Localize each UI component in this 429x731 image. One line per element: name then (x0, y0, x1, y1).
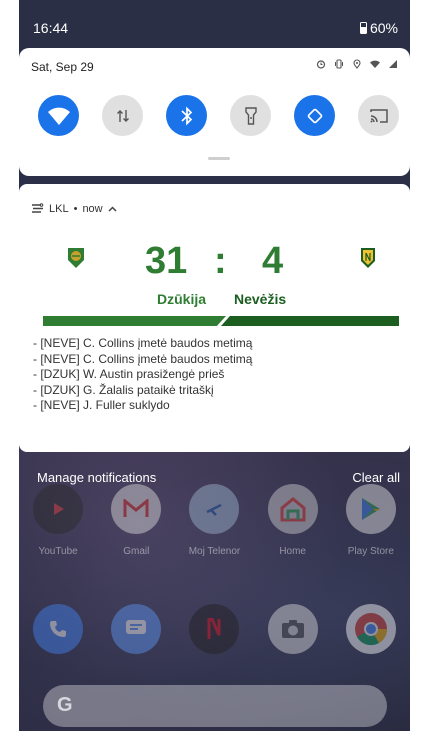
play-store-icon (345, 484, 396, 534)
alarm-icon (316, 60, 326, 69)
messages-icon (111, 604, 162, 654)
cell-signal-icon (389, 60, 397, 68)
team-home-bar (43, 316, 226, 326)
qs-tiles (38, 95, 399, 136)
tile-auto-rotate[interactable] (294, 95, 335, 136)
notification-app-name: LKL (49, 202, 69, 215)
netflix-icon (189, 604, 240, 654)
chevron-up-icon[interactable] (108, 205, 117, 212)
mobile-data-icon (116, 109, 129, 122)
tile-wifi[interactable] (38, 95, 79, 136)
wifi-signal-icon (370, 60, 380, 68)
event-item: - [DZUK] G. Žalalis pataikė tritaškį (33, 382, 214, 397)
app-label: Moj Telenor (188, 546, 241, 557)
location-icon (353, 59, 361, 69)
app-camera[interactable] (258, 604, 328, 654)
app-home[interactable]: Home (258, 484, 328, 557)
score-row: 31 : 4 (19, 240, 410, 282)
notification-dot: • (73, 202, 78, 215)
home-apps-row-1: YouTube Gmail Moj Telenor Home Play Stor… (19, 484, 410, 557)
app-netflix[interactable] (179, 604, 249, 654)
camera-icon (267, 604, 318, 654)
app-label: Play Store (347, 546, 394, 557)
flashlight-icon (244, 106, 257, 125)
app-label: Home (279, 546, 306, 557)
battery-percent: 60% (369, 20, 398, 36)
cast-icon (369, 108, 388, 123)
lkl-app-icon (32, 203, 44, 213)
app-label: Gmail (123, 546, 150, 557)
phone-screen: 16:44 60% Sat, Sep 29 LKL • now 31: 4 D… (19, 0, 410, 731)
event-item: - [NEVE] C. Collins įmetė baudos metimą (33, 336, 253, 350)
qs-status-icons (316, 59, 398, 69)
app-label: YouTube (38, 546, 78, 557)
battery-indicator: 60% (359, 20, 398, 36)
bluetooth-icon (180, 105, 192, 126)
google-search-bar[interactable]: G (43, 685, 387, 727)
status-bar: 16:44 60% (19, 0, 410, 48)
qs-date[interactable]: Sat, Sep 29 (31, 60, 94, 74)
home-dock (19, 604, 410, 654)
tile-bluetooth[interactable] (166, 95, 207, 136)
auto-rotate-icon (307, 108, 322, 123)
team-away-bar (221, 316, 399, 326)
wifi-icon (47, 107, 70, 125)
expand-handle[interactable] (208, 157, 230, 160)
app-gmail[interactable]: Gmail (101, 484, 171, 557)
app-youtube[interactable]: YouTube (23, 484, 93, 557)
clear-all-button[interactable]: Clear all (352, 470, 400, 485)
nevezis-logo-icon (361, 248, 375, 268)
lkl-notification[interactable]: LKL • now 31 : 4 Dzūkija Nevėžis - [NEVE… (19, 184, 410, 452)
status-time: 16:44 (33, 20, 69, 36)
score-home: 31 (145, 240, 188, 282)
telenor-icon (189, 484, 240, 534)
gmail-icon (111, 484, 162, 534)
manage-notifications-button[interactable]: Manage notifications (37, 470, 156, 485)
chrome-icon (345, 604, 396, 654)
event-item: - [NEVE] C. Collins įmetė baudos metimą (33, 351, 253, 366)
tile-cast[interactable] (358, 95, 399, 136)
team-home-name: Dzūkija (157, 291, 207, 307)
google-g-icon: G (57, 694, 73, 716)
tile-mobile-data[interactable] (102, 95, 143, 136)
team-away-name: Nevėžis (234, 291, 287, 307)
app-play-store[interactable]: Play Store (336, 484, 406, 557)
youtube-icon (33, 484, 84, 534)
notification-time: now (82, 202, 103, 215)
app-messages[interactable] (101, 604, 171, 654)
dzukija-logo-icon (68, 248, 84, 268)
battery-icon (359, 22, 367, 34)
event-item: - [NEVE] J. Fuller suklydo (33, 398, 170, 412)
app-chrome[interactable] (336, 604, 406, 654)
notification-header: LKL • now (31, 202, 117, 215)
app-moj-telenor[interactable]: Moj Telenor (179, 484, 249, 557)
score-away: 4 (262, 240, 284, 282)
home-app-icon (267, 484, 318, 534)
score-separator: : (214, 240, 227, 282)
play-by-play-list: - [NEVE] C. Collins įmetė baudos metimą … (33, 336, 252, 414)
tile-flashlight[interactable] (230, 95, 271, 136)
phone-icon (33, 604, 84, 654)
vibrate-icon (335, 59, 343, 69)
app-phone[interactable] (23, 604, 93, 654)
event-item: - [DZUK] W. Austin prasižengė prieš (33, 367, 225, 381)
quick-settings-panel: Sat, Sep 29 (19, 48, 410, 176)
